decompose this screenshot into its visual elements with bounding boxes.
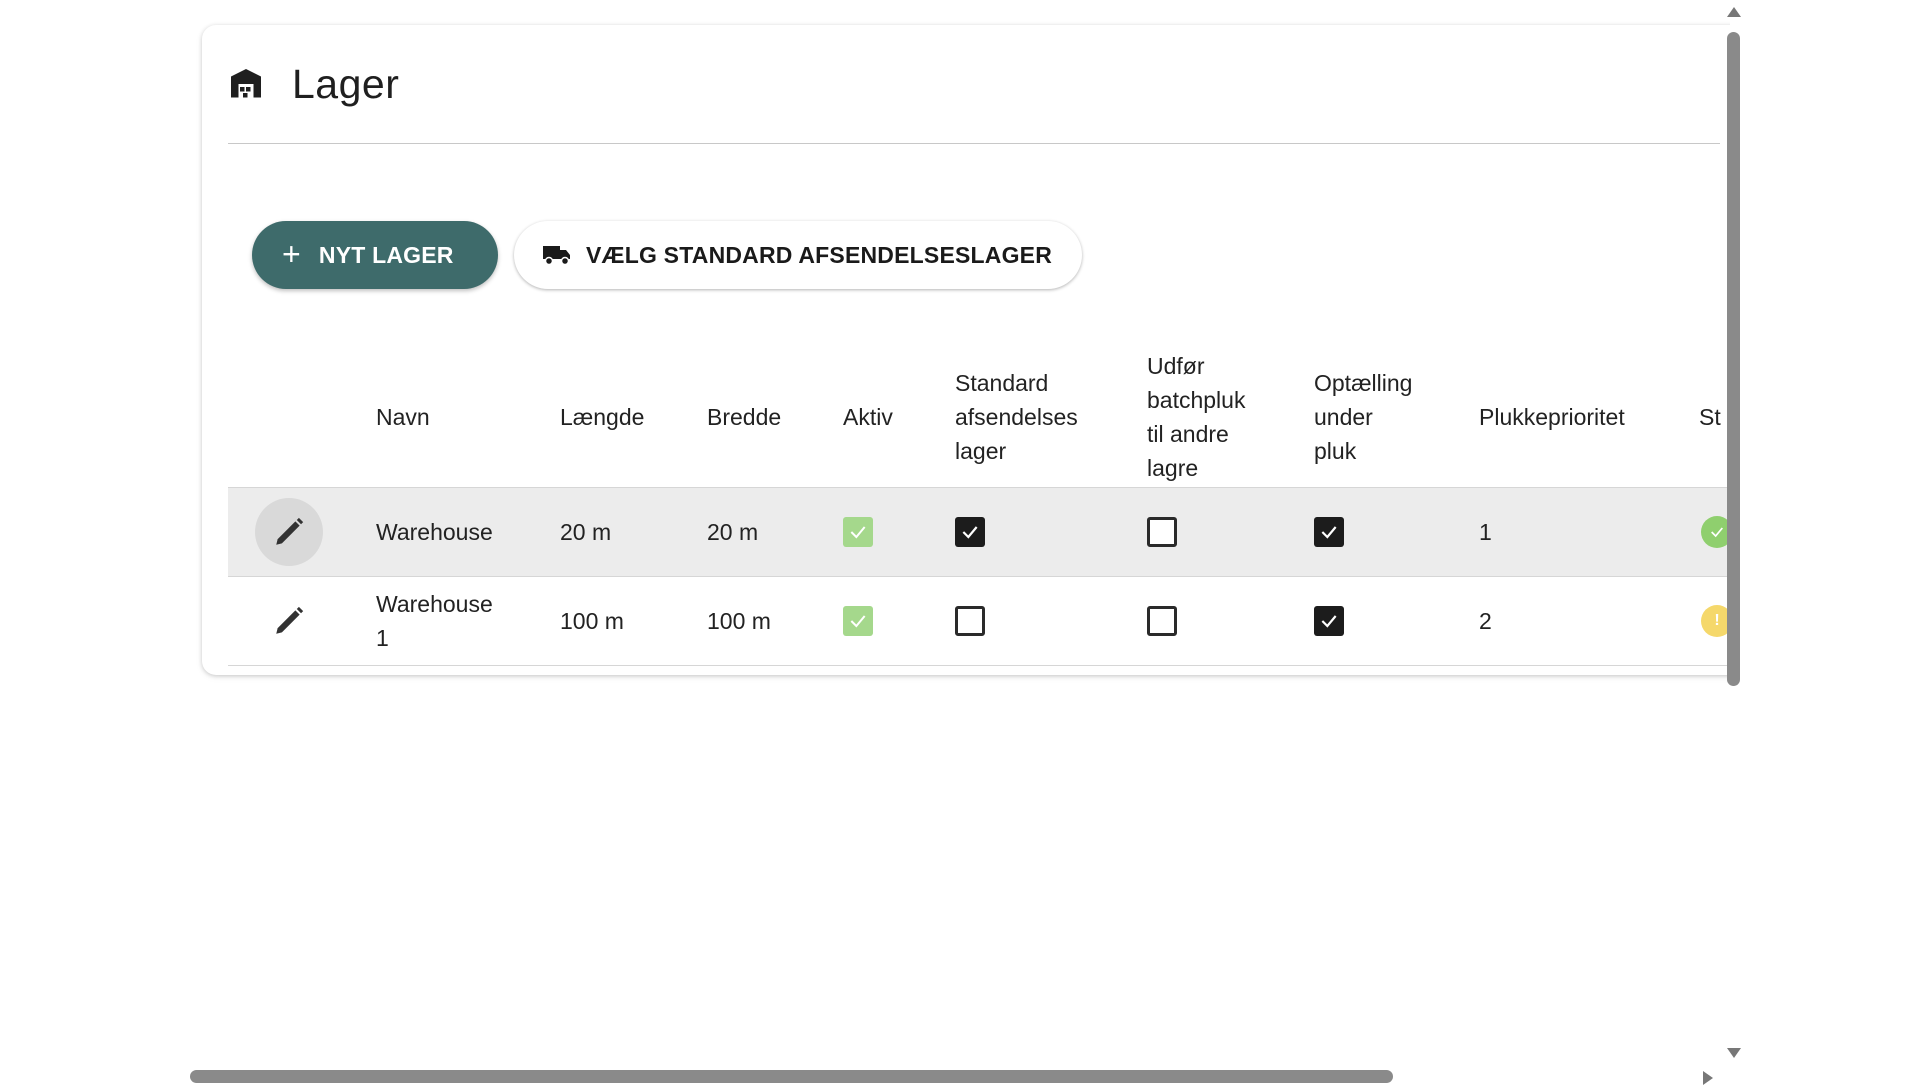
vertical-scrollbar[interactable] [1722, 0, 1744, 1065]
navn-line: Warehouse [376, 591, 493, 617]
header-optaelling[interactable]: Optælling under pluk [1314, 347, 1479, 488]
cell-bredde: 20 m [707, 487, 843, 577]
batch-checkbox[interactable] [1147, 517, 1177, 547]
scroll-right-arrow-icon[interactable] [1702, 1070, 1714, 1086]
check-icon [850, 526, 866, 539]
edit-cell [228, 487, 376, 577]
navn-line: 1 [376, 625, 389, 651]
standard-checkbox[interactable] [955, 606, 985, 636]
cell-aktiv [843, 576, 955, 666]
cell-plukkeprioritet: 1 [1479, 487, 1699, 577]
check-icon [1321, 615, 1337, 628]
header-batchpluk[interactable]: Udfør batchpluk til andre lagre [1147, 347, 1314, 488]
check-icon [850, 615, 866, 628]
cell-plukkeprioritet: 2 [1479, 576, 1699, 666]
pencil-icon [276, 517, 304, 545]
truck-icon [543, 246, 570, 266]
header-batch-line: lagre [1147, 455, 1199, 481]
warehouse-card: Lager + NYT LAGER VÆLG STANDARD AFSENDEL… [202, 25, 1730, 675]
edit-cell [228, 576, 376, 666]
cell-standard [955, 576, 1147, 666]
card-header: Lager [228, 25, 1720, 144]
standard-checkbox[interactable] [955, 517, 985, 547]
header-standard-afsendelseslager[interactable]: Standard afsendelses lager [955, 347, 1147, 488]
header-batch-line: til andre [1147, 421, 1229, 447]
cell-bredde: 100 m [707, 576, 843, 666]
table-row: Warehouse 20 m 20 m 1 [228, 487, 1730, 577]
header-optaelling-line: pluk [1314, 438, 1357, 464]
header-batch-line: Udfør [1147, 353, 1205, 379]
optaelling-checkbox[interactable] [1314, 517, 1344, 547]
cell-laengde: 100 m [560, 576, 707, 666]
header-standard-line: afsendelses [955, 404, 1078, 430]
header-standard-line: Standard [955, 370, 1049, 396]
page-title: Lager [292, 60, 400, 107]
scroll-up-arrow-icon[interactable] [1726, 6, 1742, 18]
choose-standard-shipping-warehouse-button[interactable]: VÆLG STANDARD AFSENDELSESLAGER [514, 221, 1082, 289]
cell-optaelling [1314, 576, 1479, 666]
edit-button[interactable] [255, 587, 323, 655]
scroll-viewport: Lager + NYT LAGER VÆLG STANDARD AFSENDEL… [190, 0, 1730, 1065]
header-batch-line: batchpluk [1147, 387, 1246, 413]
optaelling-checkbox[interactable] [1314, 606, 1344, 636]
horizontal-scrollbar[interactable] [190, 1066, 1720, 1088]
new-warehouse-button[interactable]: + NYT LAGER [252, 221, 498, 289]
cell-laengde: 20 m [560, 487, 707, 577]
horizontal-scroll-thumb[interactable] [190, 1070, 1393, 1083]
cell-optaelling [1314, 487, 1479, 577]
plus-icon: + [282, 235, 301, 272]
cell-navn: Warehouse [376, 487, 560, 577]
warehouse-icon [231, 69, 261, 98]
navn-line: Warehouse [376, 519, 493, 545]
header-optaelling-line: under [1314, 404, 1373, 430]
pencil-icon [276, 606, 304, 634]
batch-checkbox[interactable] [1147, 606, 1177, 636]
cell-navn: Warehouse 1 [376, 576, 560, 666]
edit-button[interactable] [255, 498, 323, 566]
vertical-scroll-thumb[interactable] [1727, 32, 1740, 686]
cell-batch [1147, 576, 1314, 666]
warehouse-table: Navn Længde Bredde Aktiv Standard afsend… [228, 347, 1730, 666]
header-plukkeprioritet[interactable]: Plukkeprioritet [1479, 347, 1699, 488]
cell-aktiv [843, 487, 955, 577]
scroll-down-arrow-icon[interactable] [1726, 1047, 1742, 1059]
header-standard-line: lager [955, 438, 1007, 464]
choose-standard-label: VÆLG STANDARD AFSENDELSESLAGER [586, 241, 1053, 268]
cell-standard [955, 487, 1147, 577]
header-optaelling-line: Optælling [1314, 370, 1413, 396]
header-bredde[interactable]: Bredde [707, 347, 843, 488]
aktiv-checkbox[interactable] [843, 517, 873, 547]
header-laengde[interactable]: Længde [560, 347, 707, 488]
check-icon [962, 526, 978, 539]
header-navn[interactable]: Navn [376, 347, 560, 488]
header-aktiv[interactable]: Aktiv [843, 347, 955, 488]
table-row: Warehouse 1 100 m 100 m 2 ! [228, 576, 1730, 666]
new-warehouse-label: NYT LAGER [318, 241, 454, 268]
aktiv-checkbox[interactable] [843, 606, 873, 636]
table-header-row: Navn Længde Bredde Aktiv Standard afsend… [228, 347, 1730, 488]
cell-batch [1147, 487, 1314, 577]
header-edit [228, 347, 376, 488]
check-icon [1321, 526, 1337, 539]
